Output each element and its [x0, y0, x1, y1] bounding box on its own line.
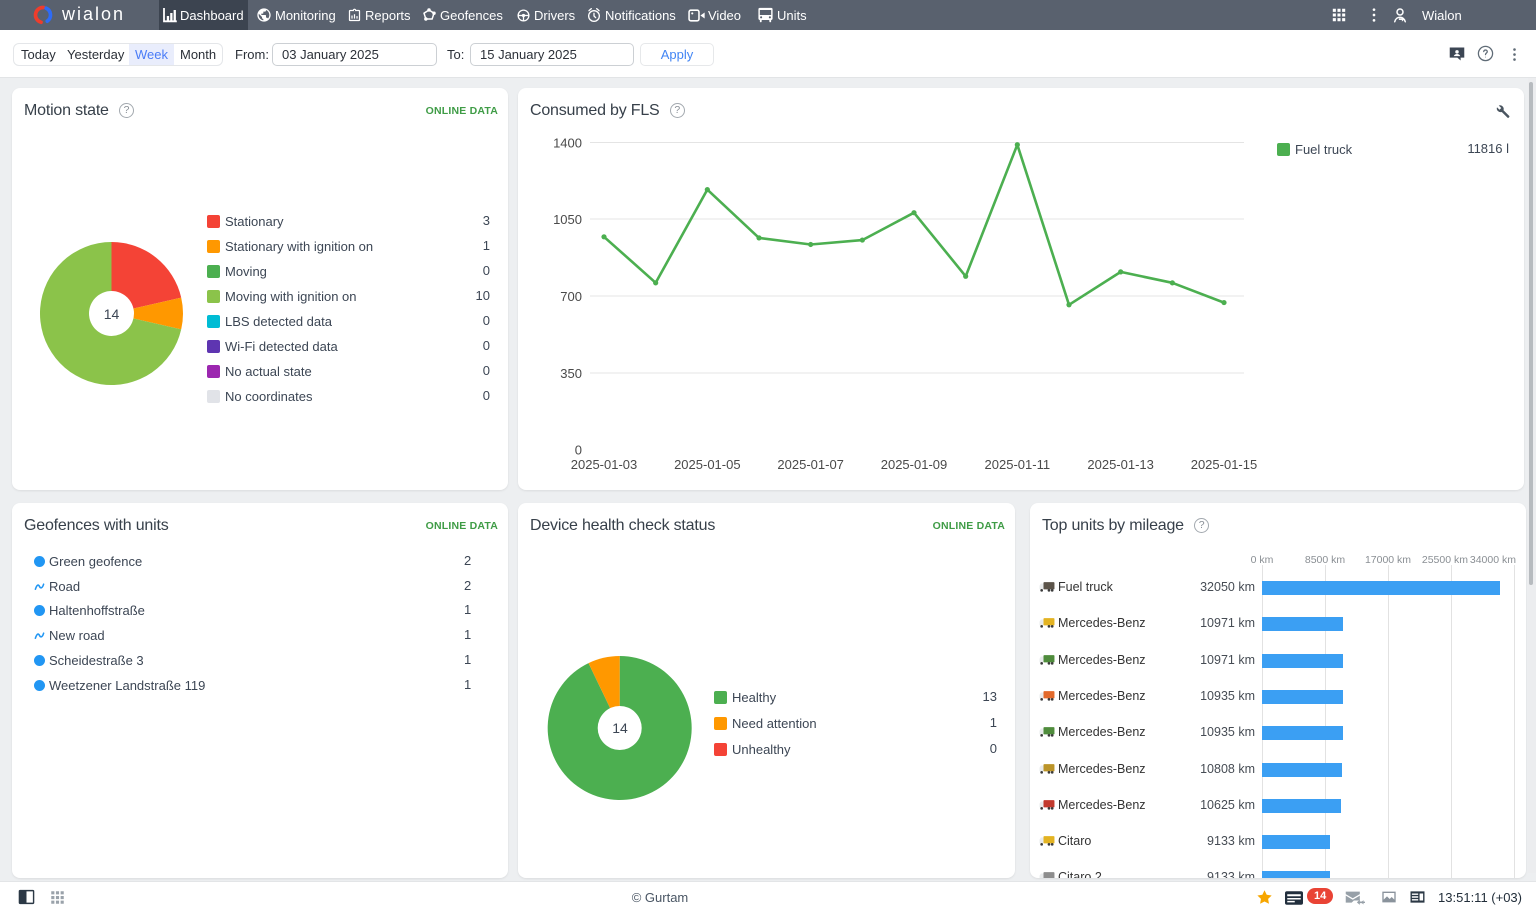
svg-text:2025-01-09: 2025-01-09 — [881, 457, 948, 472]
svg-text:350: 350 — [560, 366, 582, 381]
svg-text:0: 0 — [575, 443, 582, 458]
svg-text:700: 700 — [560, 289, 582, 304]
svg-text:2025-01-13: 2025-01-13 — [1087, 457, 1154, 472]
svg-text:2025-01-15: 2025-01-15 — [1191, 457, 1258, 472]
svg-text:2025-01-07: 2025-01-07 — [777, 457, 844, 472]
svg-text:1050: 1050 — [553, 212, 582, 227]
svg-text:2025-01-03: 2025-01-03 — [571, 457, 638, 472]
svg-text:2025-01-05: 2025-01-05 — [674, 457, 741, 472]
svg-text:1400: 1400 — [553, 136, 582, 151]
svg-text:2025-01-11: 2025-01-11 — [985, 457, 1051, 472]
